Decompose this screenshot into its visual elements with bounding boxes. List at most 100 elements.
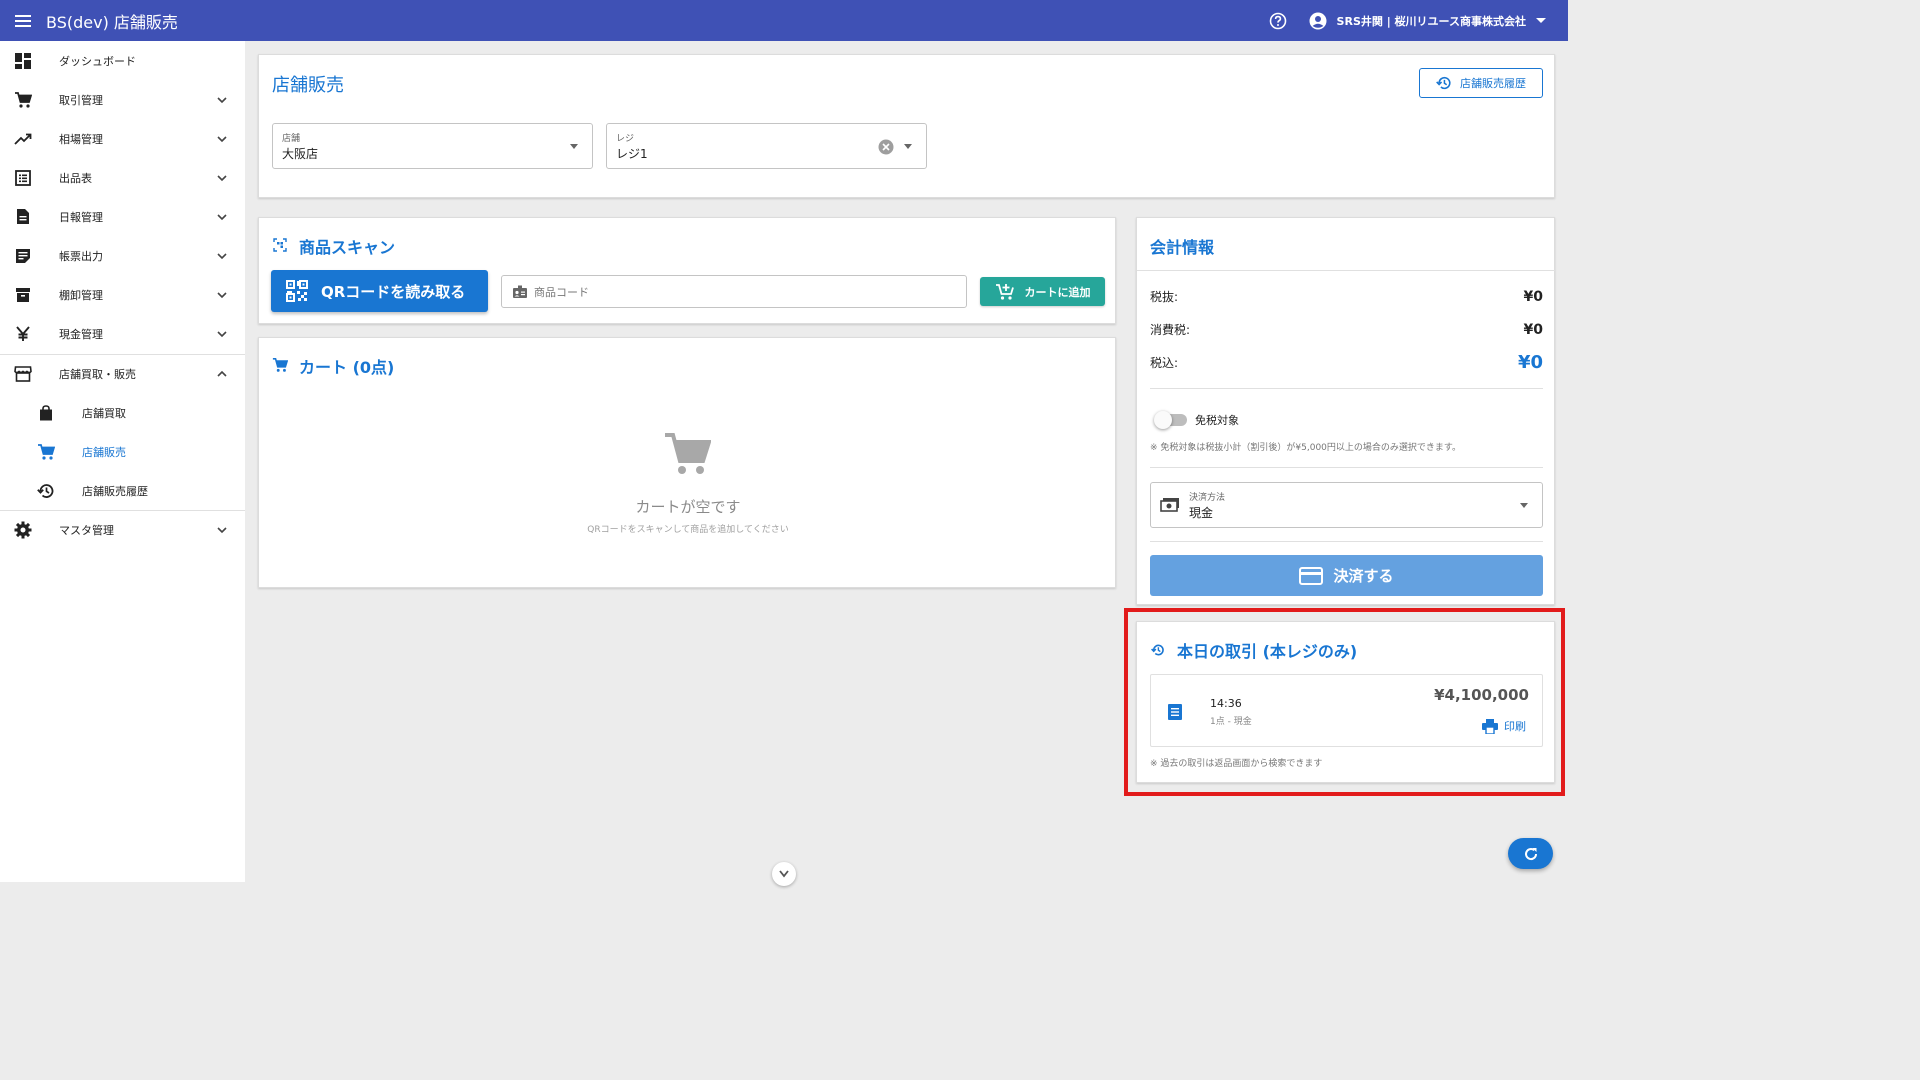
product-scan-card: 商品スキャン QRコードを読み取る 商品コード カートに追加 bbox=[258, 217, 1116, 324]
total-value: ¥0 bbox=[1517, 352, 1543, 373]
help-icon[interactable] bbox=[1269, 12, 1287, 30]
tax-free-label: 免税対象 bbox=[1195, 414, 1239, 427]
sidebar-item-store-sales[interactable]: 店舗販売 bbox=[0, 432, 245, 471]
user-name[interactable]: SRS井関 | 桜川リユース商事株式会社 bbox=[1337, 13, 1526, 29]
chevron-down-icon bbox=[214, 131, 230, 147]
cart-title: カート (0点) bbox=[299, 358, 395, 377]
sidebar-item-cash[interactable]: 現金管理 bbox=[0, 314, 245, 353]
tax-label: 消費税: bbox=[1150, 323, 1191, 337]
highlight-box bbox=[1124, 608, 1565, 796]
refresh-button[interactable] bbox=[1508, 838, 1553, 869]
sidebar-item-label: 日報管理 bbox=[59, 210, 103, 224]
sidebar-item-label: 店舗販売 bbox=[82, 445, 126, 459]
subtotal-row: 税抜: ¥0 bbox=[1150, 288, 1543, 305]
page-title: 店舗販売 bbox=[272, 75, 344, 96]
store-select-label: 店舗 bbox=[282, 134, 301, 144]
sidebar-item-dashboard[interactable]: ダッシュボード bbox=[0, 41, 245, 80]
arrow-drop-down-icon[interactable] bbox=[1536, 17, 1546, 24]
sidebar-item-inventory[interactable]: 棚卸管理 bbox=[0, 275, 245, 314]
sidebar-item-label: 相場管理 bbox=[59, 132, 103, 146]
history-icon bbox=[1436, 75, 1460, 91]
menu-icon[interactable] bbox=[0, 0, 46, 41]
cart-card: カート (0点) カートが空です QRコードをスキャンして商品を追加してください bbox=[258, 337, 1116, 588]
history-icon bbox=[36, 481, 56, 501]
qr-scan-icon bbox=[273, 238, 287, 252]
accounting-card: 会計情報 税抜: ¥0 消費税: ¥0 税込: ¥0 免税対象 ※ 免税対象は税… bbox=[1136, 217, 1556, 605]
sidebar-item-store-sales-history[interactable]: 店舗販売履歴 bbox=[0, 471, 245, 510]
sidebar-item-market[interactable]: 相場管理 bbox=[0, 119, 245, 158]
sidebar-item-master[interactable]: マスタ管理 bbox=[0, 510, 245, 549]
chevron-down-icon bbox=[214, 287, 230, 303]
payment-method-select[interactable]: 決済方法 現金 bbox=[1150, 482, 1543, 528]
scan-card-title: 商品スキャン bbox=[299, 238, 396, 257]
product-code-input[interactable]: 商品コード bbox=[501, 275, 967, 308]
sidebar-item-label: 出品表 bbox=[59, 171, 92, 185]
archive-icon bbox=[13, 285, 33, 305]
cart-icon bbox=[36, 442, 56, 462]
product-code-placeholder: 商品コード bbox=[534, 285, 589, 299]
cart-icon bbox=[13, 90, 33, 110]
store-select[interactable]: 店舗 大阪店 bbox=[272, 123, 593, 169]
sidebar-item-daily-report[interactable]: 日報管理 bbox=[0, 197, 245, 236]
sales-history-button[interactable]: 店舗販売履歴 bbox=[1419, 68, 1543, 98]
payment-method-value: 現金 bbox=[1189, 506, 1214, 520]
payment-method-label: 決済方法 bbox=[1189, 493, 1226, 503]
chevron-down-icon bbox=[214, 92, 230, 108]
empty-cart-title: カートが空です bbox=[635, 498, 741, 516]
arrow-drop-down-icon[interactable] bbox=[904, 144, 912, 149]
app-bar: BS(dev) 店舗販売 SRS井関 | 桜川リユース商事株式会社 bbox=[0, 0, 1568, 41]
qr-code-icon bbox=[271, 279, 321, 303]
sidebar-item-label: 店舗買取・販売 bbox=[59, 367, 136, 381]
scroll-down-button[interactable] bbox=[772, 862, 796, 886]
empty-cart-icon bbox=[663, 431, 711, 477]
add-to-cart-label: カートに追加 bbox=[1024, 285, 1091, 299]
subtotal-value: ¥0 bbox=[1523, 288, 1543, 305]
shopping-bag-icon bbox=[36, 403, 56, 423]
document-icon bbox=[13, 207, 33, 227]
badge-icon bbox=[502, 285, 534, 299]
chevron-down-icon bbox=[214, 209, 230, 225]
chevron-down-icon bbox=[214, 170, 230, 186]
sidebar-item-transactions[interactable]: 取引管理 bbox=[0, 80, 245, 119]
total-row: 税込: ¥0 bbox=[1150, 352, 1543, 373]
register-select[interactable]: レジ レジ1 bbox=[606, 123, 927, 169]
sidebar-item-forms[interactable]: 帳票出力 bbox=[0, 236, 245, 275]
add-shopping-cart-icon bbox=[995, 283, 1025, 301]
app-title: BS(dev) 店舗販売 bbox=[46, 12, 178, 32]
store-icon bbox=[13, 364, 33, 384]
register-select-label: レジ bbox=[616, 134, 635, 144]
divider bbox=[1150, 467, 1543, 468]
credit-card-icon bbox=[1299, 566, 1333, 585]
chevron-up-icon bbox=[214, 366, 230, 382]
total-label: 税込: bbox=[1150, 356, 1179, 370]
refresh-icon bbox=[1523, 846, 1539, 862]
yen-icon bbox=[13, 324, 33, 344]
sidebar-item-label: 店舗販売履歴 bbox=[82, 484, 148, 498]
accounting-title: 会計情報 bbox=[1150, 238, 1215, 257]
cart-icon bbox=[272, 357, 288, 373]
arrow-drop-down-icon[interactable] bbox=[1520, 503, 1528, 508]
read-qr-label: QRコードを読み取る bbox=[321, 282, 466, 301]
sidebar-item-label: 帳票出力 bbox=[59, 249, 103, 263]
chevron-down-icon bbox=[214, 326, 230, 342]
chevron-down-icon bbox=[214, 522, 230, 538]
dashboard-icon bbox=[13, 51, 33, 71]
sidebar-item-label: 現金管理 bbox=[59, 327, 103, 341]
sidebar: ダッシュボード 取引管理 相場管理 出品表 日報管理 帳票出力 棚卸管理 現金管… bbox=[0, 41, 245, 882]
empty-cart-subtitle: QRコードをスキャンして商品を追加してください bbox=[587, 525, 789, 535]
arrow-drop-down-icon[interactable] bbox=[570, 144, 578, 149]
list-icon bbox=[13, 168, 33, 188]
clear-icon[interactable] bbox=[878, 139, 894, 155]
add-to-cart-button[interactable]: カートに追加 bbox=[980, 277, 1105, 306]
sidebar-item-store-purchase[interactable]: 店舗買取 bbox=[0, 393, 245, 432]
read-qr-button[interactable]: QRコードを読み取る bbox=[271, 270, 488, 312]
tax-value: ¥0 bbox=[1523, 321, 1543, 338]
account-circle-icon[interactable] bbox=[1309, 12, 1327, 30]
checkout-button[interactable]: 決済する bbox=[1150, 555, 1543, 596]
sidebar-item-label: 取引管理 bbox=[59, 93, 103, 107]
tax-free-toggle[interactable] bbox=[1154, 411, 1187, 429]
subtotal-label: 税抜: bbox=[1150, 290, 1179, 304]
trending-up-icon bbox=[13, 129, 33, 149]
sidebar-item-listing[interactable]: 出品表 bbox=[0, 158, 245, 197]
sidebar-item-store[interactable]: 店舗買取・販売 bbox=[0, 354, 245, 393]
